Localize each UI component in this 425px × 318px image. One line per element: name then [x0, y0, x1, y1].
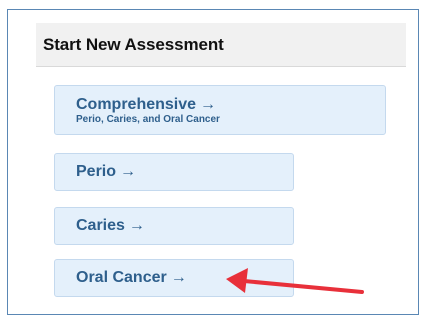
caries-label: Caries	[76, 217, 125, 234]
comprehensive-sublabel: Perio, Caries, and Oral Cancer	[76, 114, 220, 125]
comprehensive-button[interactable]: Comprehensive → Perio, Caries, and Oral C…	[54, 85, 386, 135]
right-arrow-icon: →	[120, 163, 137, 180]
perio-label-row: Perio →	[76, 163, 293, 181]
panel-header: Start New Assessment	[36, 23, 406, 67]
comprehensive-label-row: Comprehensive →	[76, 96, 385, 114]
comprehensive-label: Comprehensive	[76, 96, 197, 113]
right-arrow-icon: →	[128, 217, 145, 234]
right-arrow-icon: →	[170, 269, 187, 286]
caries-label-row: Caries →	[76, 217, 293, 235]
perio-label: Perio	[76, 163, 117, 180]
oral-cancer-label-row: Oral Cancer →	[76, 269, 293, 287]
caries-button[interactable]: Caries →	[54, 207, 294, 245]
right-arrow-icon: →	[200, 96, 217, 113]
page-title: Start New Assessment	[43, 34, 224, 54]
perio-button[interactable]: Perio →	[54, 153, 294, 191]
oral-cancer-button[interactable]: Oral Cancer →	[54, 259, 294, 297]
oral-cancer-label: Oral Cancer	[76, 269, 167, 286]
